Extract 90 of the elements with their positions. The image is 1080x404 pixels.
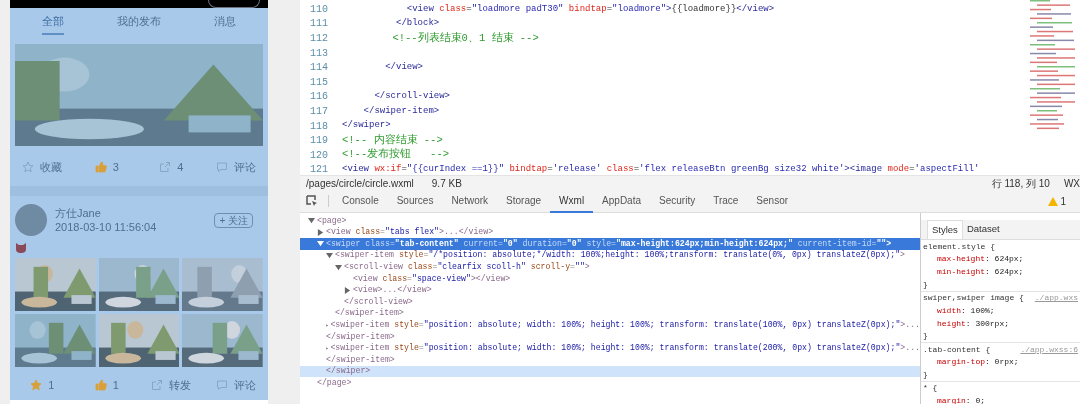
- code-line: </swiper>: [342, 119, 391, 133]
- code-line: </scroll-view>: [373, 90, 451, 104]
- css-declaration: max-height: 624px;: [936, 253, 1025, 265]
- devtools-tab[interactable]: AppData: [593, 189, 651, 213]
- devtools-tab[interactable]: Console: [333, 189, 388, 213]
- tree-row[interactable]: <view>...</view>: [300, 284, 920, 297]
- closing-tag: </swiper-item>: [335, 307, 404, 320]
- element-tag: <scroll-view class="clearfix scoll-h" scroll-y="">: [344, 261, 590, 274]
- element-tag: <swiper class="tab-content" current="0" duration="0" style="max-height:624px;min-height:624px;" current-item-id="">: [326, 237, 892, 251]
- css-selector: element.style {: [923, 240, 995, 253]
- closing-tag: </swiper>: [326, 365, 371, 378]
- triangle-down-icon[interactable]: [335, 263, 342, 271]
- devtools-tab[interactable]: Network: [442, 189, 498, 213]
- author-name: 方仕Jane: [55, 206, 102, 220]
- triangle-right-icon[interactable]: [344, 286, 351, 294]
- code-line: </swiper-item>: [362, 104, 440, 118]
- closing-tag: </swiper-item>: [326, 330, 395, 343]
- emoji-icon: [15, 242, 27, 254]
- css-selector: swiper,swiper image {: [923, 292, 1024, 305]
- line-number: 117: [309, 104, 329, 119]
- triangle-down-icon[interactable]: [317, 240, 324, 248]
- post-time: 2018-03-10 11:56:04: [55, 220, 158, 234]
- line-number: 114: [309, 61, 329, 76]
- code-line: <view wx:if="{{curIndex ==1}}" bindtap='release' class='flex releaseBtn greenBg size32 white'><image mode='aspectFill': [342, 163, 980, 175]
- closing-brace: }: [922, 368, 929, 380]
- line-number: 120: [309, 148, 329, 163]
- line-number: 115: [309, 75, 329, 90]
- thumbs-up-icon: [94, 161, 107, 173]
- tree-row[interactable]: <swiper class="tab-content" current="0" duration="0" style="max-height:624px;min-height:624px;" current-item-id="">: [300, 238, 920, 250]
- triangle-right-icon[interactable]: [326, 321, 329, 329]
- styles-tab[interactable]: Dataset: [962, 220, 1004, 239]
- css-selector: * {: [923, 382, 938, 395]
- triangle-right-icon[interactable]: [326, 344, 329, 352]
- line-number: 118: [309, 119, 329, 134]
- devtools-tab[interactable]: Trace: [704, 189, 748, 213]
- styles-tab[interactable]: Styles: [927, 220, 963, 239]
- inspect-icon[interactable]: [306, 195, 318, 207]
- comment-icon: [215, 379, 228, 391]
- comment-icon: [215, 161, 228, 173]
- cursor-position: 行 118, 列 10: [991, 176, 1050, 191]
- element-tag: <view class="tabs flex">...</view>: [326, 226, 494, 239]
- css-declaration: height: 300rpx;: [936, 317, 1011, 330]
- devtools-tab[interactable]: Security: [650, 189, 705, 213]
- element-tag: <view>...</view>: [353, 284, 432, 297]
- line-number: 113: [309, 46, 329, 61]
- css-declaration: margin-top: 0rpx;: [936, 356, 1020, 368]
- element-tag: <view class="space-view"></view>: [353, 272, 511, 285]
- closing-brace: }: [922, 330, 929, 341]
- line-number: 119: [309, 134, 329, 149]
- line-number: 110: [309, 2, 329, 17]
- file-path: /pages/circle/circle.wxml: [306, 176, 414, 191]
- tree-row[interactable]: <view class="tabs flex">...</view>: [300, 226, 920, 239]
- code-line: </block>: [395, 17, 440, 31]
- file-size: 9.7 KB: [431, 176, 462, 191]
- triangle-down-icon[interactable]: [308, 217, 315, 225]
- line-number: 112: [309, 32, 329, 46]
- element-tag: <page>: [317, 214, 347, 227]
- warning-count: 1: [1060, 194, 1066, 209]
- star-icon: [22, 161, 35, 173]
- devtools-tab[interactable]: Sensor: [747, 189, 798, 213]
- star-icon: [30, 379, 43, 391]
- css-declaration: margin: 0;: [936, 394, 986, 404]
- share-icon: [159, 161, 172, 173]
- tree-row[interactable]: <page>: [300, 215, 920, 227]
- devtools-tab[interactable]: Sources: [387, 189, 443, 213]
- triangle-down-icon[interactable]: [326, 252, 333, 260]
- closing-tag: </page>: [317, 376, 352, 390]
- triangle-right-icon[interactable]: [317, 228, 324, 236]
- css-declaration: min-height: 624px;: [936, 266, 1025, 278]
- css-selector: .tab-content {: [923, 343, 991, 356]
- line-number: 111: [309, 17, 329, 32]
- share-icon: [151, 379, 164, 391]
- css-declaration: width: 100%;: [936, 304, 996, 317]
- devtools-tab[interactable]: Storage: [497, 189, 551, 213]
- closing-brace: }: [922, 278, 929, 290]
- thumbs-up-icon: [94, 379, 107, 391]
- avatar: [15, 204, 47, 236]
- closing-tag: </swiper-item>: [326, 353, 395, 367]
- tree-row[interactable]: <scroll-view class="clearfix scoll-h" scroll-y="">: [300, 261, 920, 273]
- tree-row[interactable]: <view class="space-view"></view>: [300, 272, 920, 285]
- code-line: <view class="loadmore padT30" bindtap="loadmore">{{loadmore}}</view>: [405, 2, 775, 16]
- warning-icon: [1048, 196, 1059, 206]
- line-number: 121: [309, 163, 329, 175]
- code-line: <!--列表结束0、1 结束 -->: [391, 30, 539, 46]
- closing-tag: </scroll-view>: [344, 295, 413, 309]
- encoding: WX: [1063, 176, 1080, 191]
- code-line: <!--发布按钮 -->: [342, 147, 449, 163]
- line-number: 116: [309, 90, 329, 105]
- code-line: <!-- 内容结束 -->: [342, 132, 443, 148]
- code-line: </view>: [384, 60, 423, 74]
